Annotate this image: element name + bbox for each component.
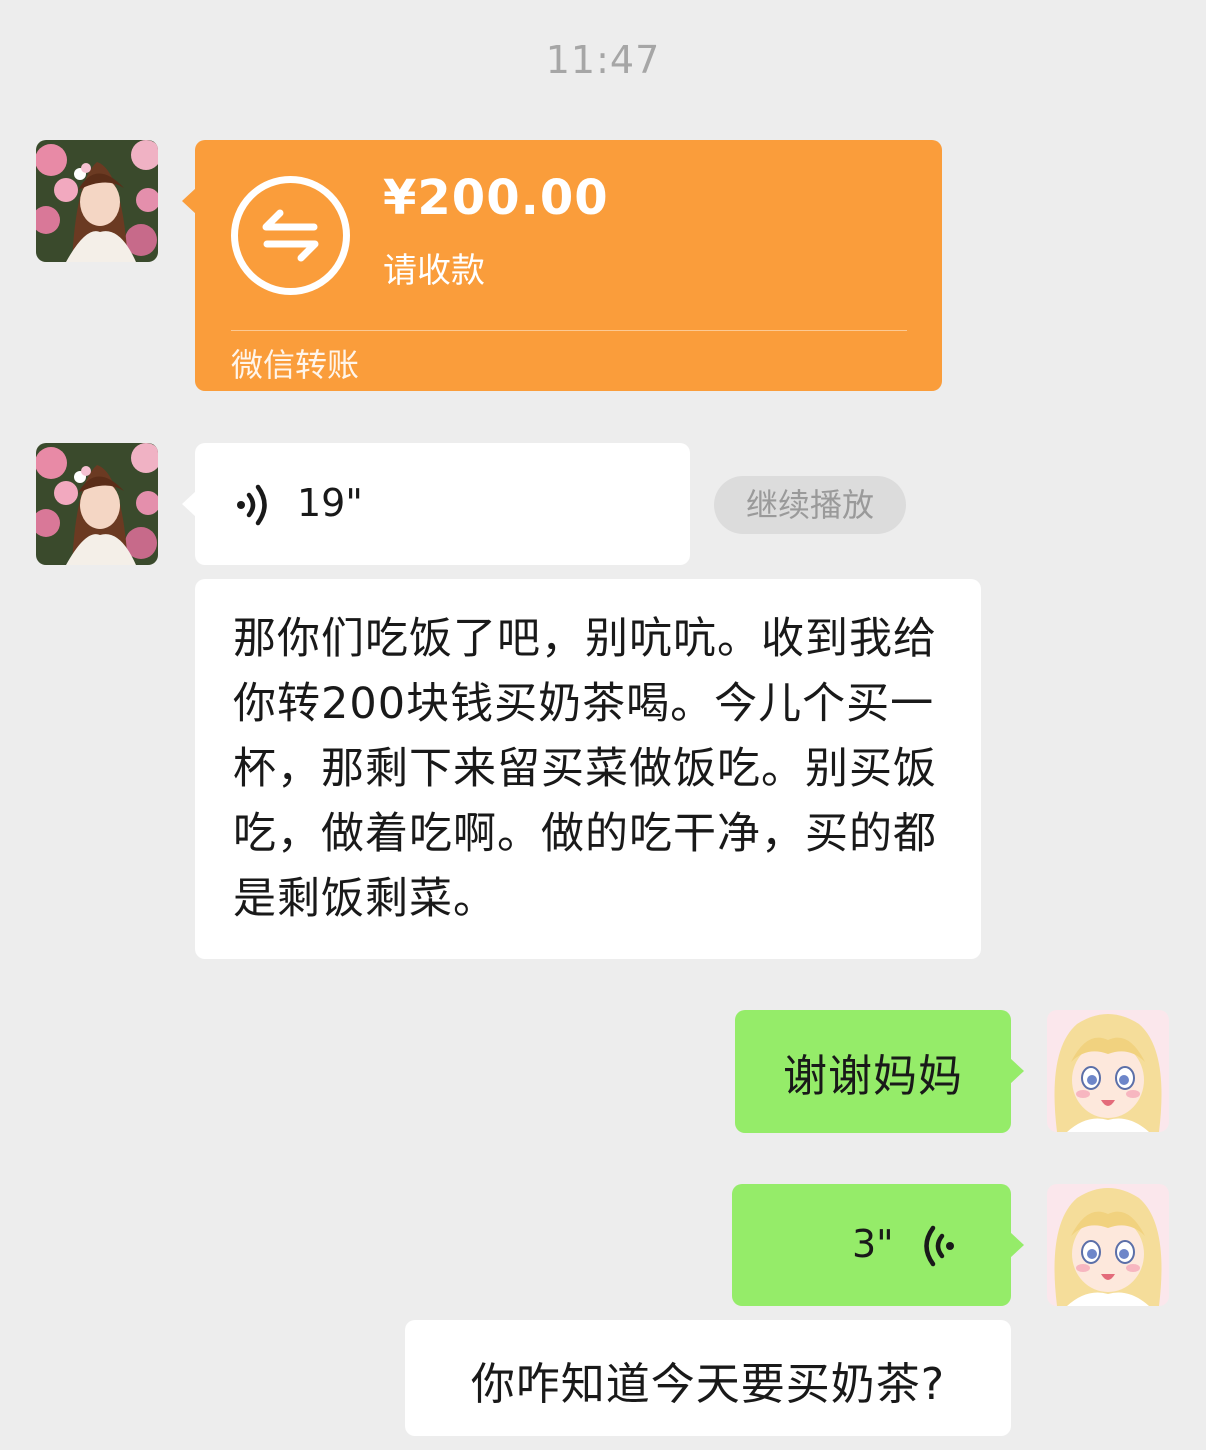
avatar-mother[interactable] (36, 140, 158, 262)
voice-message-incoming[interactable]: 19" (182, 443, 690, 565)
avatar-mother-image (36, 140, 158, 262)
transfer-footer-label: 微信转账 (231, 346, 360, 384)
text-message-outgoing-transcript[interactable]: 你咋知道今天要买奶茶? (405, 1320, 1011, 1436)
avatar-user-image (1047, 1010, 1169, 1132)
avatar-user[interactable] (1047, 1184, 1169, 1306)
bubble-tail (1010, 1058, 1024, 1084)
continue-playback-button[interactable]: 继续播放 (714, 476, 906, 534)
message-text: 那你们吃饭了吧，别吭吭。收到我给你转200块钱买奶茶喝。今儿个买一杯，那剩下来留… (233, 614, 937, 924)
transfer-arrows-icon (231, 176, 350, 295)
bubble-tail (182, 188, 196, 214)
avatar-user[interactable] (1047, 1010, 1169, 1132)
transfer-card[interactable]: ¥200.00 请收款 微信转账 (182, 140, 942, 391)
voice-duration: 19" (297, 481, 363, 525)
bubble-tail (1010, 1232, 1024, 1258)
transfer-amount: ¥200.00 (383, 170, 609, 226)
text-message-outgoing[interactable]: 谢谢妈妈 (735, 1010, 1024, 1133)
voice-wave-icon (233, 483, 273, 531)
transfer-status: 请收款 (383, 251, 485, 291)
bubble-tail (182, 491, 196, 517)
voice-duration: 3" (852, 1222, 894, 1266)
message-text: 谢谢妈妈 (783, 1051, 963, 1102)
avatar-user-image (1047, 1184, 1169, 1306)
voice-wave-icon (918, 1224, 958, 1272)
divider (231, 330, 907, 331)
text-message-incoming[interactable]: 那你们吃饭了吧，别吭吭。收到我给你转200块钱买奶茶喝。今儿个买一杯，那剩下来留… (195, 579, 981, 959)
voice-message-outgoing[interactable]: 3" (732, 1184, 1024, 1306)
avatar-mother[interactable] (36, 443, 158, 565)
avatar-mother-image (36, 443, 158, 565)
message-timestamp: 11:47 (545, 38, 661, 82)
message-text: 你咋知道今天要买奶茶? (470, 1359, 946, 1410)
